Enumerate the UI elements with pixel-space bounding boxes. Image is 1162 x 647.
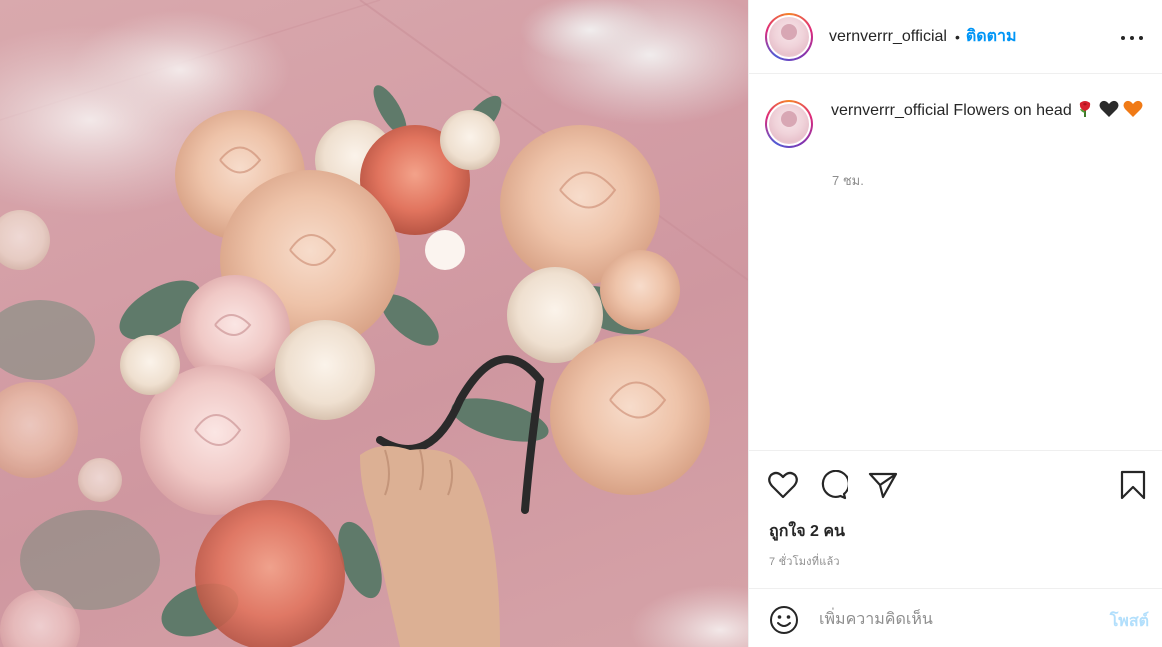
post-header: vernverrr_official • ติดตาม — [749, 0, 1162, 74]
rose-emoji — [1076, 100, 1094, 125]
avatar-image — [769, 16, 809, 57]
paper-plane-icon[interactable] — [867, 469, 899, 501]
flower-crown-image — [0, 0, 748, 647]
caption-avatar[interactable] — [765, 100, 813, 148]
caption-avatar-ring-inner — [767, 102, 811, 146]
caption-timestamp: 7 ชม. — [832, 173, 864, 188]
actions-bar: ถูกใจ 2 คน 7 ชั่วโมงที่แล้ว — [749, 450, 1162, 588]
post-photo[interactable] — [0, 0, 748, 647]
caption-area: vernverrr_official Flowers on head 7 ชม. — [749, 74, 1162, 450]
post-timestamp[interactable]: 7 ชั่วโมงที่แล้ว — [769, 552, 840, 570]
post-comment-button[interactable]: โพสต์ — [1110, 609, 1149, 634]
comment-bubble-icon[interactable] — [817, 469, 849, 501]
caption-username[interactable]: vernverrr_official — [831, 102, 949, 119]
comment-form: โพสต์ — [749, 588, 1162, 647]
instagram-post-view: vernverrr_official • ติดตาม vernverrr_of… — [0, 0, 1162, 647]
bookmark-icon[interactable] — [1117, 469, 1149, 501]
follow-button[interactable]: ติดตาม — [966, 24, 1017, 49]
heart-icon[interactable] — [767, 469, 799, 501]
smiley-face-icon[interactable] — [769, 605, 799, 635]
likes-count[interactable]: ถูกใจ 2 คน — [769, 519, 845, 544]
black-heart-emoji — [1099, 100, 1119, 125]
avatar[interactable] — [765, 12, 813, 61]
more-horizontal-icon[interactable] — [1121, 27, 1143, 49]
header-username[interactable]: vernverrr_official — [829, 28, 947, 46]
caption-text: vernverrr_official Flowers on head — [831, 100, 1151, 148]
caption-body: Flowers on head — [953, 102, 1072, 119]
orange-heart-emoji — [1123, 100, 1143, 125]
caption-avatar-image — [769, 104, 809, 144]
comment-input[interactable] — [819, 607, 1079, 633]
header-separator: • — [954, 28, 960, 45]
avatar-ring-inner — [767, 14, 811, 59]
post-side-panel: vernverrr_official • ติดตาม vernverrr_of… — [748, 0, 1162, 647]
caption-row: vernverrr_official Flowers on head — [765, 100, 1151, 148]
